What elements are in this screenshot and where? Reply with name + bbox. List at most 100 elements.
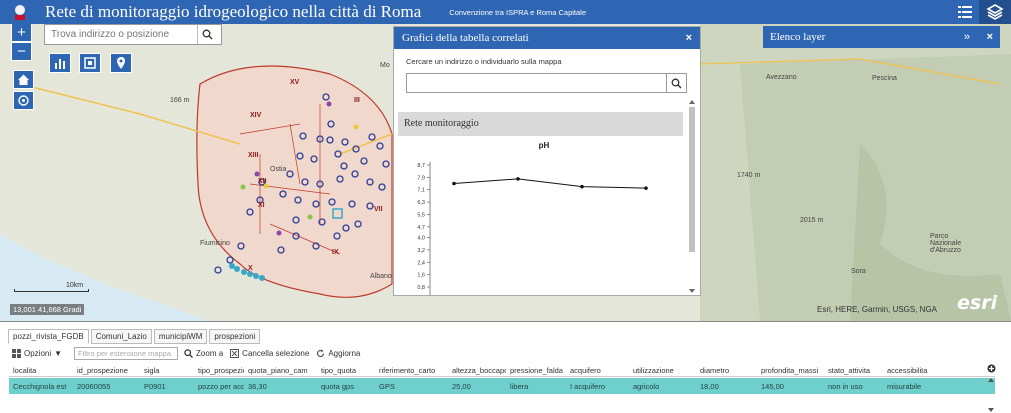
table-cell: 145,00 xyxy=(761,382,784,391)
grid-icon xyxy=(12,349,21,358)
close-icon[interactable]: × xyxy=(686,32,692,44)
app-subtitle: Convenzione tra ISPRA e Roma Capitale xyxy=(449,7,587,17)
table-scrollbar[interactable] xyxy=(986,377,996,413)
zoom-to-label: Zoom a xyxy=(196,349,224,358)
chart-title: pH xyxy=(539,141,550,150)
chart-icon[interactable] xyxy=(49,53,71,73)
svg-text:Avezzano: Avezzano xyxy=(766,74,797,81)
table-row[interactable]: Cecchignola est 20060055 P0901 pozzo per ac… xyxy=(9,378,995,394)
panel-search-input[interactable] xyxy=(407,74,666,92)
panel-instruction: Cercare un indirizzo o individuarlo sull… xyxy=(406,57,562,66)
tab-pozzi-rivista-fgdb[interactable]: pozzi_rivista_FGDB xyxy=(8,329,89,344)
y-tick-label: 5,5 xyxy=(417,212,425,218)
svg-text:XIII: XIII xyxy=(248,152,259,159)
column-header[interactable]: utilizzazione xyxy=(629,363,696,376)
data-point[interactable] xyxy=(452,181,456,186)
zoom-in-button[interactable]: + xyxy=(11,24,32,42)
y-tick-label: 8,7 xyxy=(417,163,425,169)
zoom-to-button[interactable]: Zoom a xyxy=(184,349,223,358)
layer-list-title: Elenco layer xyxy=(770,31,826,43)
tab-municipiwm[interactable]: municipiWM xyxy=(153,329,208,344)
clear-selection-button[interactable]: Cancella selezione xyxy=(230,349,309,358)
refresh-label: Aggiorna xyxy=(328,349,361,358)
svg-text:X: X xyxy=(248,265,253,272)
column-header[interactable]: pressione_falda xyxy=(506,363,566,376)
data-point[interactable] xyxy=(516,177,520,181)
scale-label: 10km xyxy=(66,282,84,289)
table-cell: GPS xyxy=(379,382,395,391)
column-header[interactable]: accessibilita xyxy=(883,363,940,376)
table-tabs: pozzi_rivista_FGDB Comuni_Lazio municipiWM… xyxy=(8,329,262,344)
related-charts-panel: Grafici della tabella correlati × Cercar… xyxy=(393,26,701,296)
series-line xyxy=(453,178,647,189)
panel-header: Grafici della tabella correlati × xyxy=(394,27,700,49)
y-tick-label: 0,8 xyxy=(417,285,425,291)
table-cell: pozzo per acqua xyxy=(198,382,244,391)
column-header[interactable]: quota_piano_cam xyxy=(244,363,317,376)
table-toolbar: Opzioni ▼ Filtro per estensione mappa Zo… xyxy=(12,347,367,360)
close-icon[interactable]: × xyxy=(987,31,993,43)
y-tick-label: 3,2 xyxy=(417,248,425,254)
section-label: Rete monitoraggio xyxy=(398,112,683,136)
svg-text:Ostia: Ostia xyxy=(270,166,286,173)
svg-text:Sora: Sora xyxy=(851,268,866,275)
svg-text:VII: VII xyxy=(374,206,383,213)
tab-prospezioni[interactable]: prospezioni xyxy=(209,329,261,344)
svg-text:XI: XI xyxy=(258,202,265,209)
collapse-icon[interactable]: » xyxy=(964,31,970,43)
tab-comuni-lazio[interactable]: Comuni_Lazio xyxy=(90,329,152,344)
column-header[interactable]: id_prospezione xyxy=(73,363,140,376)
column-header[interactable]: tipo_quota xyxy=(317,363,375,376)
map-attribution: Esri, HERE, Garmin, USGS, NGA xyxy=(817,305,938,314)
y-tick-label: 7,1 xyxy=(417,188,425,194)
column-header[interactable]: riferimento_carto xyxy=(375,363,448,376)
layers-icon[interactable] xyxy=(979,0,1011,24)
y-tick-label: 7,9 xyxy=(417,175,425,181)
options-label: Opzioni xyxy=(24,349,52,358)
column-header[interactable]: altezza_boccapoz xyxy=(448,363,506,376)
search-icon[interactable] xyxy=(666,74,686,92)
locate-pin-icon[interactable] xyxy=(110,53,132,73)
my-location-icon[interactable] xyxy=(13,91,34,110)
column-header[interactable]: diametro xyxy=(696,363,757,376)
home-icon[interactable] xyxy=(13,70,34,89)
table-cell: misurabile xyxy=(887,382,922,391)
map-search xyxy=(44,24,222,45)
table-menu-icon[interactable] xyxy=(987,364,996,375)
svg-text:Nazionale: Nazionale xyxy=(930,240,961,247)
y-tick-label: 2,4 xyxy=(417,260,425,266)
column-header[interactable]: stato_attivita xyxy=(824,363,883,376)
svg-text:2015 m: 2015 m xyxy=(800,217,824,224)
svg-text:Mo: Mo xyxy=(380,62,390,69)
panel-scrollbar[interactable] xyxy=(688,99,696,294)
table-cell: non in uso xyxy=(828,382,863,391)
refresh-icon xyxy=(317,349,325,358)
panel-title: Grafici della tabella correlati xyxy=(402,32,529,44)
zoom-out-button[interactable]: − xyxy=(11,42,32,61)
refresh-button[interactable]: Aggiorna xyxy=(316,349,360,358)
map-search-input[interactable] xyxy=(45,29,197,40)
search-icon[interactable] xyxy=(197,25,217,44)
svg-text:XII: XII xyxy=(258,178,267,185)
table-cell: I acquifero xyxy=(570,382,606,391)
table-cell: 18,00 xyxy=(700,382,719,391)
data-point[interactable] xyxy=(580,184,584,189)
column-header[interactable]: localita xyxy=(9,363,73,376)
column-header[interactable]: tipo_prospezione xyxy=(194,363,244,376)
select-icon[interactable] xyxy=(79,53,101,73)
column-header[interactable]: acquifero xyxy=(566,363,629,376)
svg-text:Pescina: Pescina xyxy=(872,75,897,82)
options-menu[interactable]: Opzioni ▼ xyxy=(12,349,62,358)
y-tick-label: 6,3 xyxy=(417,200,425,206)
column-header[interactable]: sigla xyxy=(140,363,194,376)
table-cell: 36,30 xyxy=(248,382,267,391)
table-cell: P0901 xyxy=(144,382,166,391)
extent-filter-input[interactable]: Filtro per estensione mappa xyxy=(74,347,179,360)
legend-list-icon[interactable] xyxy=(951,0,979,24)
app-title: Rete di monitoraggio idrogeologico nella… xyxy=(45,2,422,21)
column-header[interactable]: profondita_massi xyxy=(757,363,824,376)
data-point[interactable] xyxy=(644,186,648,190)
esri-logo: esri xyxy=(957,292,998,314)
scale-bar: 10km xyxy=(14,282,89,292)
svg-text:Parco: Parco xyxy=(930,233,948,240)
